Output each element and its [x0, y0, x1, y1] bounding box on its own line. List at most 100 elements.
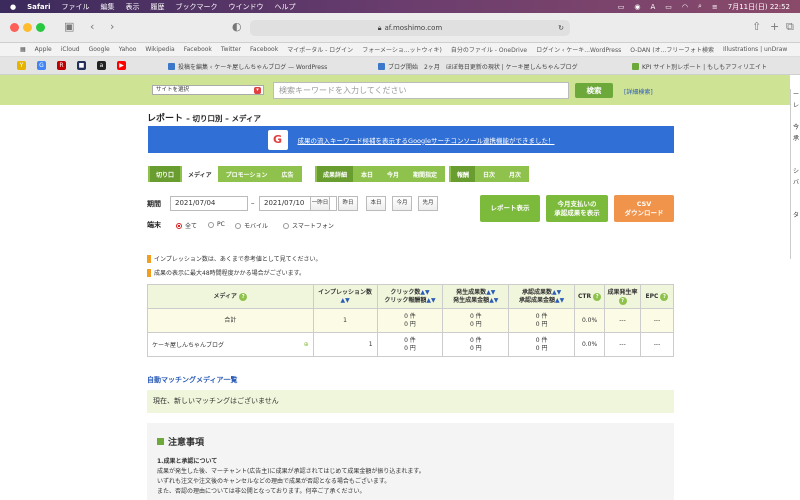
- csv-download-button[interactable]: CSV ダウンロード: [614, 195, 674, 222]
- menu-edit[interactable]: 編集: [101, 2, 115, 12]
- tab-reward[interactable]: 報酬: [451, 166, 476, 182]
- banner-link[interactable]: 成果の流入キーワード候補を表示するGoogleサーチコンソール連携機能ができまし…: [298, 135, 555, 145]
- menu-window[interactable]: ウインドウ: [229, 2, 264, 12]
- sort-icon[interactable]: ▲▼: [340, 297, 349, 304]
- show-report-button[interactable]: レポート表示: [480, 195, 540, 222]
- favorite-item[interactable]: Facebook: [184, 46, 212, 53]
- help-icon[interactable]: ?: [593, 292, 602, 301]
- device-radio-mobile[interactable]: モバイル: [235, 221, 268, 230]
- favorite-item[interactable]: Apple: [35, 46, 52, 53]
- favorite-item[interactable]: Google: [89, 46, 110, 53]
- favorite-item[interactable]: Twitter: [221, 46, 241, 53]
- site-select[interactable]: サイトを選択 ▾: [152, 85, 264, 95]
- menu-history[interactable]: 履歴: [151, 2, 165, 12]
- site-icon[interactable]: ■: [77, 61, 86, 70]
- tab-this-month[interactable]: 今月: [381, 166, 405, 182]
- youtube-icon[interactable]: ▶: [117, 61, 126, 70]
- forward-icon[interactable]: ›: [110, 20, 114, 33]
- amazon-icon[interactable]: a: [97, 61, 106, 70]
- control-center-icon[interactable]: ≡: [712, 3, 718, 11]
- favorite-item[interactable]: iCloud: [61, 46, 80, 53]
- cast-icon[interactable]: ▭: [618, 3, 625, 11]
- favorite-item[interactable]: O-DAN (オ...フリーフォト検索: [630, 45, 714, 54]
- last-month-button[interactable]: 先月: [418, 196, 438, 211]
- day-before-yesterday-button[interactable]: 一昨日: [310, 196, 330, 211]
- google-icon[interactable]: G: [37, 61, 46, 70]
- sort-icon[interactable]: ▲▼: [426, 297, 435, 304]
- date-from-input[interactable]: 2021/07/04: [170, 196, 248, 211]
- sort-icon[interactable]: ▲▼: [552, 289, 561, 296]
- search-console-banner[interactable]: G 成果の流入キーワード候補を表示するGoogleサーチコンソール連携機能ができ…: [148, 126, 674, 153]
- favorite-item[interactable]: Illustrations | unDraw: [723, 46, 787, 53]
- tab-dimension[interactable]: 切り口: [150, 166, 181, 182]
- sidebar-icon[interactable]: ▣: [64, 20, 74, 33]
- favorite-item[interactable]: Wikipedia: [145, 46, 174, 53]
- privacy-shield-icon[interactable]: ◐: [232, 20, 242, 33]
- record-icon[interactable]: ◉: [634, 3, 640, 11]
- tab-promotion[interactable]: プロモーション: [220, 166, 274, 182]
- favorite-item[interactable]: 自分のファイル - OneDrive: [451, 45, 527, 54]
- tab-daily[interactable]: 日次: [477, 166, 501, 182]
- sort-icon[interactable]: ▲▼: [555, 297, 564, 304]
- device-radio-pc[interactable]: PC: [208, 221, 225, 228]
- cell-value: 0 件: [535, 336, 548, 344]
- today-button[interactable]: 本日: [366, 196, 386, 211]
- menubar-clock[interactable]: 7月11日(日) 22:52: [728, 2, 790, 12]
- search-input[interactable]: 検索キーワードを入力してください: [273, 82, 569, 99]
- favorite-item[interactable]: ログイン ‹ ケーキ...WordPress: [536, 45, 621, 54]
- help-icon[interactable]: ?: [660, 292, 669, 301]
- apple-icon[interactable]: ●: [10, 3, 16, 11]
- media-link[interactable]: ケーキ屋しんちゃんブログ: [152, 342, 224, 349]
- yesterday-button[interactable]: 昨日: [338, 196, 358, 211]
- side-panel: ー レ 今 承 シ バ タ: [790, 89, 800, 259]
- favorite-item[interactable]: Facebook: [250, 46, 278, 53]
- zoom-window-button[interactable]: [36, 23, 45, 32]
- sort-icon[interactable]: ▲▼: [420, 289, 429, 296]
- new-tab-icon[interactable]: +: [770, 20, 779, 33]
- tab-label: 投稿を編集 ‹ ケーキ屋しんちゃんブログ — WordPress: [178, 63, 328, 71]
- back-icon[interactable]: ‹: [90, 20, 94, 33]
- reload-icon[interactable]: ↻: [558, 24, 564, 32]
- favorite-item[interactable]: Yahoo: [119, 46, 137, 53]
- this-month-button[interactable]: 今月: [392, 196, 412, 211]
- rakuten-icon[interactable]: R: [57, 61, 66, 70]
- show-approved-button[interactable]: 今月支払いの 承認成果を表示: [546, 195, 608, 222]
- spotlight-icon[interactable]: ⌕: [698, 2, 702, 11]
- detail-search-link[interactable]: [詳細検索]: [624, 87, 653, 96]
- help-icon[interactable]: ?: [618, 296, 627, 305]
- battery-icon[interactable]: ▭: [665, 3, 672, 11]
- tab-period[interactable]: 期間指定: [407, 166, 443, 182]
- tab-media[interactable]: メディア: [182, 166, 218, 182]
- sort-icon[interactable]: ▲▼: [489, 297, 498, 304]
- device-radio-smartphone[interactable]: スマートフォン: [283, 221, 334, 230]
- wifi-icon[interactable]: ◠: [682, 3, 688, 11]
- input-indicator[interactable]: A: [650, 3, 655, 11]
- share-icon[interactable]: ⇧: [752, 20, 761, 33]
- browser-tab[interactable]: ブログ開始 2ヶ月 ほぼ毎日更新の現状 | ケーキ屋しんちゃんブログ: [378, 60, 588, 72]
- browser-tab[interactable]: 投稿を編集 ‹ ケーキ屋しんちゃんブログ — WordPress: [168, 60, 358, 72]
- menu-view[interactable]: 表示: [126, 2, 140, 12]
- search-button[interactable]: 検索: [575, 83, 613, 98]
- device-radio-all[interactable]: 全て: [176, 221, 197, 230]
- menu-file[interactable]: ファイル: [62, 2, 90, 12]
- help-icon[interactable]: ?: [239, 292, 248, 301]
- add-circle-icon[interactable]: ⊕: [304, 341, 309, 348]
- tab-ad[interactable]: 広告: [276, 166, 300, 182]
- menu-help[interactable]: ヘルプ: [275, 2, 296, 12]
- address-bar[interactable]: 🔒︎ af.moshimo.com ↻: [250, 20, 570, 36]
- auto-matching-link[interactable]: 自動マッチングメディア一覧: [147, 375, 238, 385]
- tab-conversion-detail[interactable]: 成果詳細: [317, 166, 354, 182]
- menu-app-name[interactable]: Safari: [27, 3, 50, 11]
- browser-tab-active[interactable]: KPI サイト別レポート | もしもアフィリエイト: [632, 60, 772, 72]
- favorite-item[interactable]: マイポータル - ログイン: [287, 45, 353, 54]
- sort-icon[interactable]: ▲▼: [486, 289, 495, 296]
- tab-overview-icon[interactable]: ⧉: [786, 20, 794, 34]
- yahoo-icon[interactable]: Y: [17, 61, 26, 70]
- menu-bookmarks[interactable]: ブックマーク: [176, 2, 218, 12]
- minimize-window-button[interactable]: [23, 23, 32, 32]
- close-window-button[interactable]: [10, 23, 19, 32]
- tab-monthly[interactable]: 月次: [503, 166, 527, 182]
- favorite-item[interactable]: フォーメーショ...ットウィキ): [362, 45, 442, 54]
- tab-today[interactable]: 本日: [355, 166, 379, 182]
- favorites-grid-icon[interactable]: ▦: [20, 46, 26, 53]
